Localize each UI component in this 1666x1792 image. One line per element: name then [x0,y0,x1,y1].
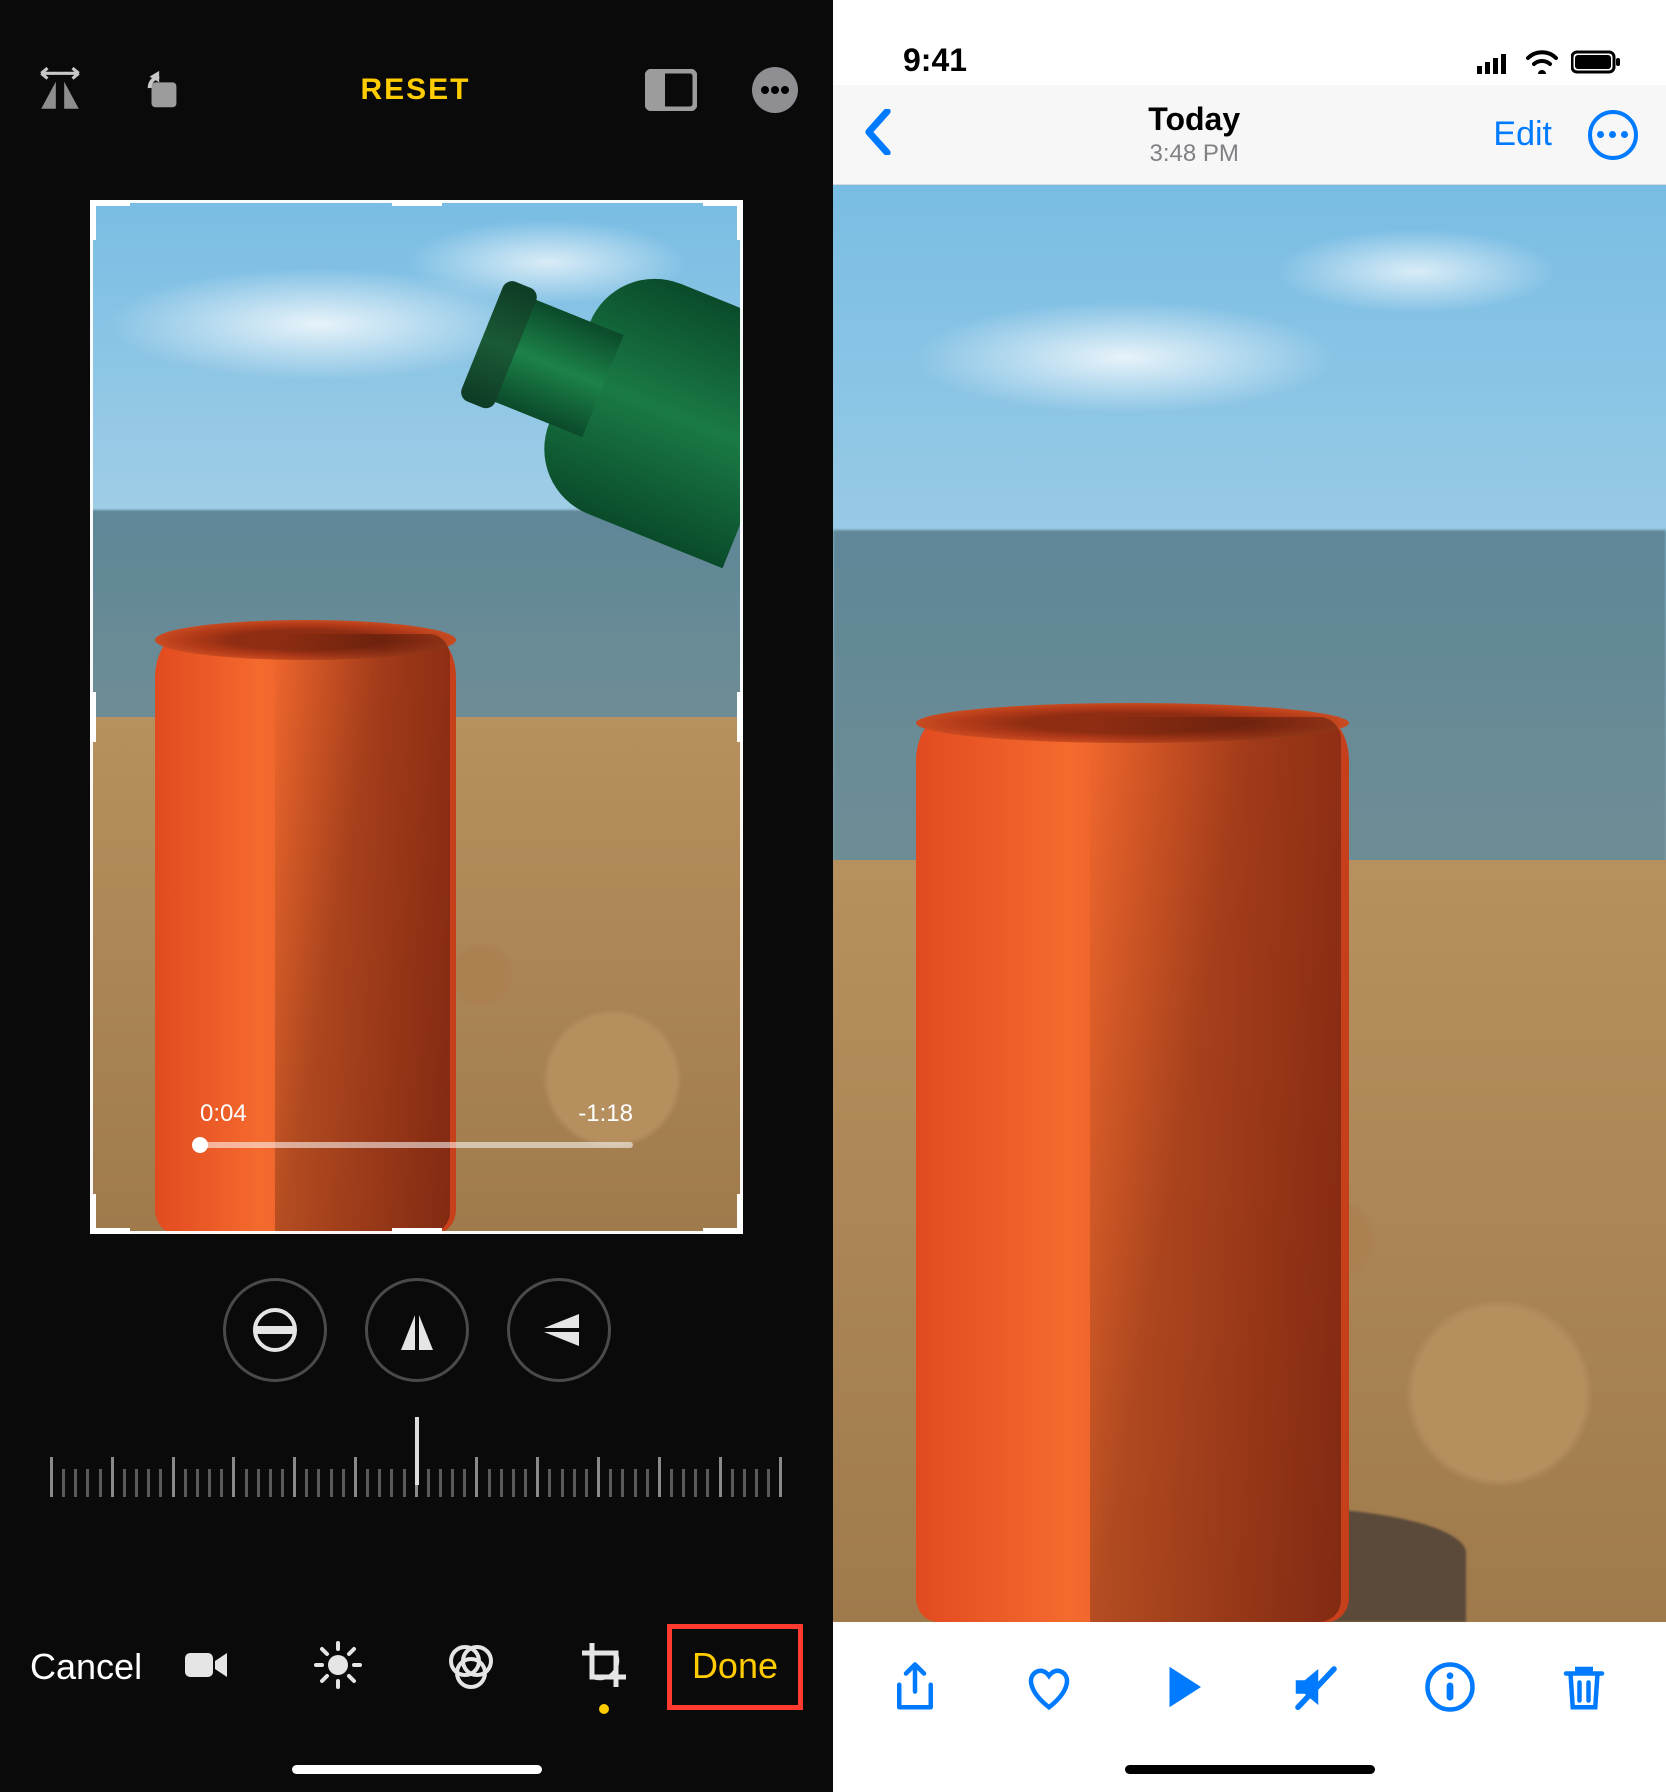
straighten-tool[interactable] [223,1278,327,1382]
ruler-center-marker [415,1417,419,1485]
rotate-icon[interactable] [140,67,186,113]
delete-button[interactable] [1557,1660,1611,1719]
wifi-icon [1525,50,1559,79]
back-button[interactable] [861,109,895,160]
crop-tool-row [0,1278,833,1382]
mute-button[interactable] [1289,1660,1343,1719]
favorite-button[interactable] [1022,1660,1076,1719]
status-bar: 9:41 [833,0,1666,85]
viewer-navbar: Today 3:48 PM Edit [833,85,1666,185]
crop-preview[interactable]: 0:04 -1:18 [90,200,743,1234]
filters-tab-icon[interactable] [447,1641,495,1694]
flip-horizontal-icon[interactable] [35,65,85,115]
active-tab-dot [599,1704,609,1714]
more-menu-button[interactable] [1588,110,1638,160]
play-button[interactable] [1156,1660,1210,1719]
photo-viewer[interactable] [833,185,1666,1622]
angle-ruler[interactable] [50,1437,783,1497]
photo-content [833,185,1666,1622]
home-indicator[interactable] [1125,1765,1375,1774]
cancel-button[interactable]: Cancel [30,1646,142,1688]
cellular-icon [1477,50,1513,79]
navbar-title-block: Today 3:48 PM [1148,101,1240,168]
adjust-tab-icon[interactable] [314,1641,362,1694]
status-clock: 9:41 [903,42,967,79]
share-button[interactable] [888,1660,942,1719]
viewer-screen: 9:41 Today 3:48 PM E [833,0,1666,1792]
more-icon[interactable] [752,67,798,113]
edit-tabbar: Cancel [0,1582,833,1792]
navbar-title: Today [1148,101,1240,138]
crop-frame[interactable] [90,200,743,1234]
aspect-ratio-icon[interactable] [645,69,697,111]
home-indicator[interactable] [292,1765,542,1774]
edit-button[interactable]: Edit [1493,115,1552,154]
reset-button[interactable]: RESET [360,73,470,107]
done-button[interactable]: Done [667,1624,803,1710]
video-tab-icon[interactable] [181,1641,229,1694]
crop-tab-icon[interactable] [580,1641,628,1694]
battery-icon [1571,50,1621,79]
info-button[interactable] [1423,1660,1477,1719]
edit-topbar: RESET [0,0,833,150]
edit-screen: RESET 0:04 -1:18 [0,0,833,1792]
horizontal-perspective-tool[interactable] [507,1278,611,1382]
navbar-subtitle: 3:48 PM [1148,140,1240,168]
vertical-perspective-tool[interactable] [365,1278,469,1382]
